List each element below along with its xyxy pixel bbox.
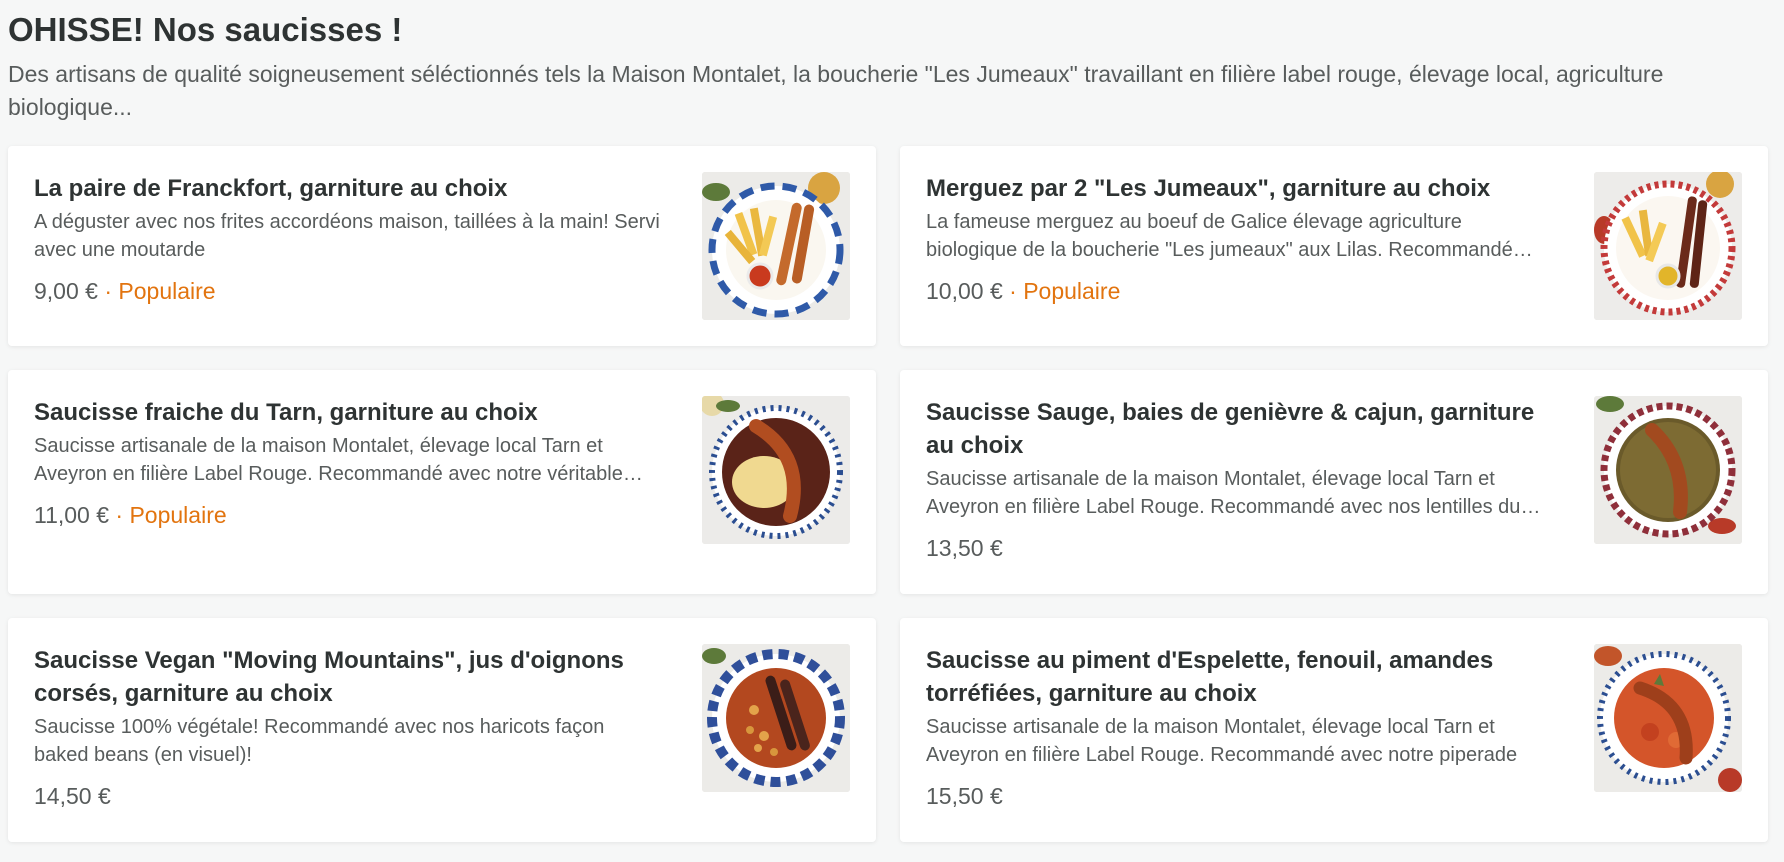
menu-item-price: 11,00 € <box>34 502 110 528</box>
menu-item-card[interactable]: Saucisse au piment d'Espelette, fenouil,… <box>900 618 1768 842</box>
menu-item-description: Saucisse 100% végétale! Recommandé avec … <box>34 716 605 766</box>
menu-item-price: 10,00 € <box>926 278 1003 304</box>
menu-item-title: Merguez par 2 "Les Jumeaux", garniture a… <box>926 175 1491 202</box>
menu-item-price-row: 15,50 € <box>926 781 1556 811</box>
menu-section: OHISSE! Nos saucisses ! Des artisans de … <box>8 0 1776 124</box>
menu-item-card[interactable]: Saucisse fraiche du Tarn, garniture au c… <box>8 370 876 594</box>
vegan-sausage-plate-image <box>702 644 850 792</box>
franckfort-plate-image <box>702 172 850 320</box>
menu-item-card[interactable]: Merguez par 2 "Les Jumeaux", garniture a… <box>900 146 1768 346</box>
menu-item-card[interactable]: La paire de Franckfort, garniture au cho… <box>8 146 876 346</box>
menu-item-description: A déguster avec nos frites accordéons ma… <box>34 211 660 261</box>
menu-item-description: Saucisse artisanale de la maison Montale… <box>34 435 623 485</box>
menu-item-text: Saucisse Sauge, baies de genièvre & caju… <box>926 396 1556 563</box>
menu-item-price-row: 11,00 € · Populaire <box>34 500 664 530</box>
popular-badge: · Populaire <box>1009 278 1121 304</box>
menu-item-title: Saucisse Sauge, baies de genièvre & caju… <box>926 399 1535 459</box>
menu-item-text: Merguez par 2 "Les Jumeaux", garniture a… <box>926 172 1556 306</box>
menu-item-description: Saucisse artisanale de la maison Montale… <box>926 468 1521 518</box>
menu-item-text: Saucisse au piment d'Espelette, fenouil,… <box>926 644 1556 811</box>
menu-item-price-row: 14,50 € <box>34 781 664 811</box>
sage-sausage-plate-image <box>1594 396 1742 544</box>
menu-items-grid: La paire de Franckfort, garniture au cho… <box>8 146 1776 842</box>
espelette-sausage-plate-image <box>1594 644 1742 792</box>
menu-item-title: Saucisse au piment d'Espelette, fenouil,… <box>926 647 1494 707</box>
menu-item-description: Saucisse artisanale de la maison Montale… <box>926 716 1518 766</box>
menu-item-price: 13,50 € <box>926 535 1003 561</box>
menu-item-price-row: 9,00 € · Populaire <box>34 276 664 306</box>
menu-item-text: La paire de Franckfort, garniture au cho… <box>34 172 664 306</box>
merguez-plate-image <box>1594 172 1742 320</box>
section-title: OHISSE! Nos saucisses ! <box>8 11 403 48</box>
menu-item-title: Saucisse fraiche du Tarn, garniture au c… <box>34 399 538 426</box>
menu-item-card[interactable]: Saucisse Sauge, baies de genièvre & caju… <box>900 370 1768 594</box>
menu-item-card[interactable]: Saucisse Vegan "Moving Mountains", jus d… <box>8 618 876 842</box>
popular-badge: · Populaire <box>115 502 227 528</box>
menu-item-description: La fameuse merguez au boeuf de Galice él… <box>926 211 1513 261</box>
menu-item-title: Saucisse Vegan "Moving Mountains", jus d… <box>34 647 624 707</box>
menu-item-text: Saucisse fraiche du Tarn, garniture au c… <box>34 396 664 530</box>
menu-item-price-row: 10,00 € · Populaire <box>926 276 1556 306</box>
menu-item-price-row: 13,50 € <box>926 533 1556 563</box>
menu-item-price: 15,50 € <box>926 783 1003 809</box>
menu-item-price: 9,00 € <box>34 278 98 304</box>
menu-item-title: La paire de Franckfort, garniture au cho… <box>34 175 508 202</box>
menu-item-price: 14,50 € <box>34 783 111 809</box>
popular-badge: · Populaire <box>104 278 216 304</box>
section-description: Des artisans de qualité soigneusement sé… <box>8 61 1664 120</box>
tarn-sausage-plate-image <box>702 396 850 544</box>
menu-item-text: Saucisse Vegan "Moving Mountains", jus d… <box>34 644 664 811</box>
